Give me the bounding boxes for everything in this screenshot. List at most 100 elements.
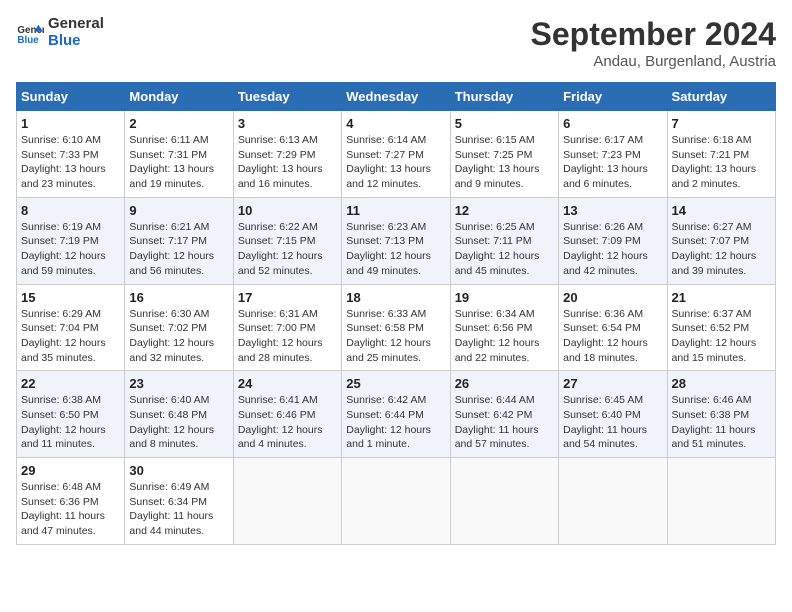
day-sunset: Sunset: 7:00 PM [238,322,316,334]
day-sunset: Sunset: 6:42 PM [455,409,533,421]
day-sunset: Sunset: 7:21 PM [672,149,750,161]
header-friday: Friday [559,83,667,111]
calendar-row-1: 1 Sunrise: 6:10 AM Sunset: 7:33 PM Dayli… [17,111,776,198]
day-daylight: Daylight: 13 hours and 16 minutes. [238,163,323,190]
day-daylight: Daylight: 12 hours and 49 minutes. [346,250,431,277]
day-number: 16 [129,290,228,305]
day-sunrise: Sunrise: 6:49 AM [129,481,209,493]
day-sunset: Sunset: 7:19 PM [21,235,99,247]
day-daylight: Daylight: 12 hours and 32 minutes. [129,337,214,364]
day-sunset: Sunset: 6:56 PM [455,322,533,334]
day-sunrise: Sunrise: 6:11 AM [129,134,208,146]
day-sunrise: Sunrise: 6:29 AM [21,308,101,320]
day-sunset: Sunset: 6:40 PM [563,409,641,421]
table-cell: 20 Sunrise: 6:36 AM Sunset: 6:54 PM Dayl… [559,284,667,371]
table-cell: 18 Sunrise: 6:33 AM Sunset: 6:58 PM Dayl… [342,284,450,371]
day-number: 7 [672,116,771,131]
day-daylight: Daylight: 12 hours and 39 minutes. [672,250,757,277]
day-sunrise: Sunrise: 6:48 AM [21,481,101,493]
day-sunset: Sunset: 7:02 PM [129,322,207,334]
page-header: General Blue General Blue September 2024… [16,16,776,70]
table-cell [559,458,667,545]
day-sunrise: Sunrise: 6:21 AM [129,221,209,233]
header-monday: Monday [125,83,233,111]
header-thursday: Thursday [450,83,558,111]
day-sunset: Sunset: 6:46 PM [238,409,316,421]
header-tuesday: Tuesday [233,83,341,111]
table-cell [667,458,775,545]
day-number: 25 [346,376,445,391]
calendar-row-5: 29 Sunrise: 6:48 AM Sunset: 6:36 PM Dayl… [17,458,776,545]
day-sunset: Sunset: 6:48 PM [129,409,207,421]
calendar-table: Sunday Monday Tuesday Wednesday Thursday… [16,82,776,545]
day-sunrise: Sunrise: 6:23 AM [346,221,426,233]
table-cell: 23 Sunrise: 6:40 AM Sunset: 6:48 PM Dayl… [125,371,233,458]
table-cell: 19 Sunrise: 6:34 AM Sunset: 6:56 PM Dayl… [450,284,558,371]
day-number: 29 [21,463,120,478]
day-daylight: Daylight: 13 hours and 23 minutes. [21,163,106,190]
day-sunset: Sunset: 7:17 PM [129,235,207,247]
day-daylight: Daylight: 11 hours and 51 minutes. [672,424,756,451]
table-cell: 25 Sunrise: 6:42 AM Sunset: 6:44 PM Dayl… [342,371,450,458]
day-number: 30 [129,463,228,478]
day-sunrise: Sunrise: 6:26 AM [563,221,643,233]
header-sunday: Sunday [17,83,125,111]
calendar-row-2: 8 Sunrise: 6:19 AM Sunset: 7:19 PM Dayli… [17,197,776,284]
day-number: 26 [455,376,554,391]
table-cell: 10 Sunrise: 6:22 AM Sunset: 7:15 PM Dayl… [233,197,341,284]
day-daylight: Daylight: 11 hours and 57 minutes. [455,424,539,451]
day-sunrise: Sunrise: 6:14 AM [346,134,426,146]
day-sunset: Sunset: 6:52 PM [672,322,750,334]
table-cell [342,458,450,545]
day-sunrise: Sunrise: 6:10 AM [21,134,101,146]
day-number: 24 [238,376,337,391]
table-cell: 17 Sunrise: 6:31 AM Sunset: 7:00 PM Dayl… [233,284,341,371]
day-sunrise: Sunrise: 6:27 AM [672,221,752,233]
day-number: 9 [129,203,228,218]
day-sunset: Sunset: 6:38 PM [672,409,750,421]
day-sunrise: Sunrise: 6:18 AM [672,134,752,146]
day-sunset: Sunset: 7:09 PM [563,235,641,247]
day-number: 19 [455,290,554,305]
table-cell: 12 Sunrise: 6:25 AM Sunset: 7:11 PM Dayl… [450,197,558,284]
table-cell: 9 Sunrise: 6:21 AM Sunset: 7:17 PM Dayli… [125,197,233,284]
day-sunrise: Sunrise: 6:40 AM [129,394,209,406]
header-wednesday: Wednesday [342,83,450,111]
day-number: 8 [21,203,120,218]
day-number: 6 [563,116,662,131]
table-cell: 13 Sunrise: 6:26 AM Sunset: 7:09 PM Dayl… [559,197,667,284]
day-sunrise: Sunrise: 6:37 AM [672,308,752,320]
table-cell: 8 Sunrise: 6:19 AM Sunset: 7:19 PM Dayli… [17,197,125,284]
table-cell: 28 Sunrise: 6:46 AM Sunset: 6:38 PM Dayl… [667,371,775,458]
day-sunrise: Sunrise: 6:44 AM [455,394,535,406]
day-number: 10 [238,203,337,218]
day-number: 5 [455,116,554,131]
day-sunrise: Sunrise: 6:36 AM [563,308,643,320]
day-daylight: Daylight: 12 hours and 45 minutes. [455,250,540,277]
calendar-row-3: 15 Sunrise: 6:29 AM Sunset: 7:04 PM Dayl… [17,284,776,371]
table-cell: 11 Sunrise: 6:23 AM Sunset: 7:13 PM Dayl… [342,197,450,284]
day-daylight: Daylight: 13 hours and 19 minutes. [129,163,214,190]
day-daylight: Daylight: 11 hours and 47 minutes. [21,510,105,537]
day-number: 2 [129,116,228,131]
calendar-subtitle: Andau, Burgenland, Austria [531,53,776,70]
day-number: 4 [346,116,445,131]
day-sunrise: Sunrise: 6:31 AM [238,308,318,320]
table-cell: 30 Sunrise: 6:49 AM Sunset: 6:34 PM Dayl… [125,458,233,545]
table-cell: 6 Sunrise: 6:17 AM Sunset: 7:23 PM Dayli… [559,111,667,198]
day-sunset: Sunset: 7:33 PM [21,149,99,161]
day-number: 27 [563,376,662,391]
day-sunrise: Sunrise: 6:41 AM [238,394,318,406]
table-cell: 29 Sunrise: 6:48 AM Sunset: 6:36 PM Dayl… [17,458,125,545]
day-daylight: Daylight: 12 hours and 22 minutes. [455,337,540,364]
day-sunset: Sunset: 7:23 PM [563,149,641,161]
day-sunrise: Sunrise: 6:42 AM [346,394,426,406]
day-number: 28 [672,376,771,391]
day-sunset: Sunset: 6:58 PM [346,322,424,334]
logo-icon: General Blue [16,19,44,47]
day-daylight: Daylight: 12 hours and 56 minutes. [129,250,214,277]
day-number: 17 [238,290,337,305]
table-cell: 3 Sunrise: 6:13 AM Sunset: 7:29 PM Dayli… [233,111,341,198]
weekday-header-row: Sunday Monday Tuesday Wednesday Thursday… [17,83,776,111]
day-sunrise: Sunrise: 6:15 AM [455,134,535,146]
